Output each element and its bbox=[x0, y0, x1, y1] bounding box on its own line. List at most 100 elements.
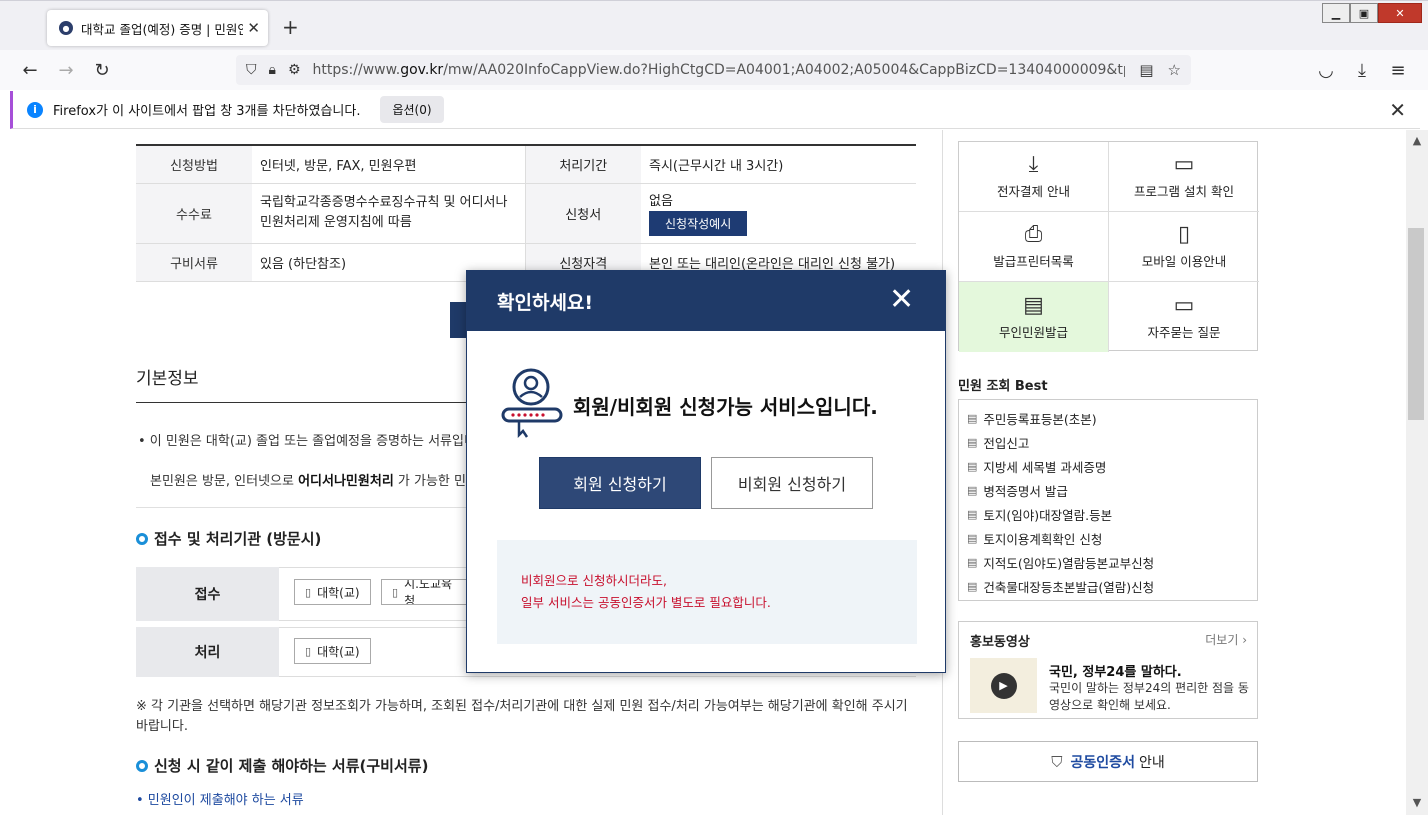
table-header: 구비서류 bbox=[136, 243, 252, 282]
dialog-close-icon[interactable]: ✕ bbox=[889, 285, 915, 315]
confirm-dialog: 확인하세요! ✕ 회원/비회원 신청가능 서비스입니다. 회원 신청하기 비회원… bbox=[466, 270, 946, 673]
org-button-university[interactable]: ▯ 대학(교) bbox=[294, 638, 371, 664]
promo-video-box: 홍보동영상 더보기 › ▶ 국민, 정부24를 말하다. 국민이 말하는 정부2… bbox=[958, 621, 1258, 719]
popup-options-button[interactable]: 옵션(0) bbox=[380, 96, 444, 123]
scroll-down-icon[interactable]: ▼ bbox=[1406, 796, 1428, 809]
table-header: 수수료 bbox=[136, 183, 252, 244]
quick-menu-faq[interactable]: ▭ 자주묻는 질문 bbox=[1109, 282, 1259, 352]
url-text[interactable]: https://www.gov.kr/mw/AA020InfoCappView.… bbox=[313, 62, 1126, 78]
list-item[interactable]: ▤ 지방세 세목별 과세증명 bbox=[967, 454, 1257, 478]
dialog-message: 회원/비회원 신청가능 서비스입니다. bbox=[573, 395, 878, 419]
quick-menu-mobile[interactable]: ▯ 모바일 이용안내 bbox=[1109, 212, 1259, 282]
table-row: 신청방법 인터넷, 방문, FAX, 민원우편 처리기간 즉시(근무시간 내 3… bbox=[136, 145, 916, 184]
kiosk-icon: ▤ bbox=[1023, 292, 1044, 318]
back-icon[interactable]: ← bbox=[18, 58, 42, 82]
lock-icon[interactable]: 🔒︎ bbox=[269, 62, 276, 78]
popup-blocked-message: Firefox가 이 사이트에서 팝업 창 3개를 차단하였습니다. bbox=[53, 104, 361, 119]
table-header: 신청방법 bbox=[136, 145, 252, 184]
menu-icon[interactable]: ≡ bbox=[1386, 58, 1410, 82]
documents-title: 신청 시 같이 제출 해야하는 서류(구비서류) bbox=[136, 755, 428, 776]
table-cell: 국립학교각종증명수수료징수규칙 및 어디서나 민원처리제 운영지침에 따름 bbox=[252, 183, 525, 244]
play-icon[interactable]: ▶ bbox=[990, 672, 1017, 699]
reload-icon[interactable]: ↻ bbox=[90, 58, 114, 82]
list-item[interactable]: ▤ 지적도(임야도)열람등본교부신청 bbox=[967, 550, 1257, 574]
quick-menu-payment[interactable]: ⤓ 전자결제 안내 bbox=[959, 142, 1109, 212]
list-item[interactable]: ▤ 토지(임야)대장열람.등본 bbox=[967, 502, 1257, 526]
process-label: 처리 bbox=[136, 627, 279, 677]
popup-blocked-bar: i Firefox가 이 사이트에서 팝업 창 3개를 차단하였습니다. 옵션(… bbox=[10, 91, 1420, 129]
promo-title: 홍보동영상 bbox=[970, 635, 1030, 650]
org-button-education-office[interactable]: ▯ 시.도교육청 bbox=[381, 579, 467, 605]
quick-menu-program[interactable]: ▭ 프로그램 설치 확인 bbox=[1109, 142, 1259, 212]
reception-note: ※ 각 기관을 선택하면 해당기관 정보조회가 가능하며, 조회된 접수/처리기… bbox=[136, 699, 908, 734]
scroll-up-icon[interactable]: ▲ bbox=[1406, 134, 1428, 147]
list-item[interactable]: ▤ 병적증명서 발급 bbox=[967, 478, 1257, 502]
site-favicon-icon: ● bbox=[59, 21, 73, 35]
list-item[interactable]: ▤ 주민등록표등본(초본) bbox=[967, 406, 1257, 430]
document-icon: ▤ bbox=[967, 483, 978, 497]
form-example-button[interactable]: 신청작성예시 bbox=[649, 211, 748, 236]
promo-description: 국민이 말하는 정부24의 편리한 점을 동영상으로 확인해 보세요. bbox=[1049, 681, 1249, 712]
building-icon: ▯ bbox=[305, 644, 312, 658]
table-row: 수수료 국립학교각종증명수수료징수규칙 및 어디서나 민원처리제 운영지침에 따… bbox=[136, 183, 916, 244]
minimize-icon[interactable]: ▁ bbox=[1322, 3, 1350, 23]
notification-close-icon[interactable]: ✕ bbox=[1389, 98, 1406, 122]
document-icon: ▤ bbox=[967, 579, 978, 593]
printer-icon: ⎙ bbox=[1024, 222, 1043, 247]
member-login-icon bbox=[501, 368, 563, 439]
window-close-icon[interactable]: ✕ bbox=[1378, 3, 1422, 23]
applicant-documents-link[interactable]: • 민원인이 제출해야 하는 서류 bbox=[136, 789, 304, 808]
basic-info-line2: 본민원은 방문, 인터넷으로 어디서나민원처리 가 가능한 민 bbox=[150, 474, 466, 489]
pocket-icon[interactable]: ◡ bbox=[1314, 58, 1338, 82]
member-apply-button[interactable]: 회원 신청하기 bbox=[539, 457, 701, 509]
list-item[interactable]: ▤ 건축물대장등초본발급(열람)신청 bbox=[967, 574, 1257, 598]
note-line: 일부 서비스는 공동인증서가 별도로 필요합니다. bbox=[521, 595, 771, 610]
best-title: 민원 조회 Best bbox=[958, 379, 1048, 394]
list-item[interactable]: ▤ 전입신고 bbox=[967, 430, 1257, 454]
list-item[interactable]: ▤ 토지이용계획확인 신청 bbox=[967, 526, 1257, 550]
bullet-circle-icon bbox=[136, 532, 148, 545]
document-icon: ▤ bbox=[967, 435, 978, 449]
table-cell: 없음 신청작성예시 bbox=[641, 183, 916, 244]
building-icon: ▯ bbox=[305, 585, 312, 599]
table-header: 처리기간 bbox=[524, 145, 641, 184]
browser-tab[interactable]: ● 대학교 졸업(예정) 증명 | 민원안 ✕ bbox=[47, 10, 268, 46]
new-tab-icon[interactable]: + bbox=[282, 15, 299, 39]
document-icon: ▤ bbox=[967, 555, 978, 569]
document-icon: ▤ bbox=[967, 411, 978, 425]
table-cell: 인터넷, 방문, FAX, 민원우편 bbox=[252, 145, 525, 184]
guest-apply-button[interactable]: 비회원 신청하기 bbox=[711, 457, 873, 509]
downloads-icon[interactable]: ⤓ bbox=[1350, 58, 1374, 82]
forward-icon[interactable]: → bbox=[54, 58, 78, 82]
bookmark-star-icon[interactable]: ☆ bbox=[1168, 61, 1181, 79]
chat-icon: ▭ bbox=[1173, 292, 1195, 318]
reader-view-icon[interactable]: ▤ bbox=[1139, 61, 1153, 79]
info-icon: i bbox=[27, 101, 43, 118]
url-bar[interactable]: ⛉ 🔒︎ ⚙ https://www.gov.kr/mw/AA020InfoCa… bbox=[236, 55, 1191, 85]
browser-tab-bar: ● 대학교 졸업(예정) 증명 | 민원안 ✕ + ▁ ▣ ✕ bbox=[0, 0, 1428, 50]
document-icon: ▤ bbox=[967, 507, 978, 521]
dialog-title: 확인하세요! bbox=[497, 291, 594, 314]
tab-close-icon[interactable]: ✕ bbox=[247, 19, 260, 37]
building-icon: ▯ bbox=[392, 585, 399, 599]
promo-name: 국민, 정부24를 말하다. bbox=[1049, 665, 1182, 680]
org-button-university[interactable]: ▯ 대학(교) bbox=[294, 579, 371, 605]
tab-title: 대학교 졸업(예정) 증명 | 민원안 bbox=[81, 21, 244, 37]
promo-thumbnail[interactable]: ▶ bbox=[970, 658, 1037, 713]
shield-icon[interactable]: ⛉ bbox=[246, 62, 257, 78]
quick-menu-printers[interactable]: ⎙ 발급프린터목록 bbox=[959, 212, 1109, 282]
document-icon: ▤ bbox=[967, 459, 978, 473]
quick-menu-kiosk[interactable]: ▤ 무인민원발급 bbox=[959, 282, 1109, 352]
promo-more-link[interactable]: 더보기 › bbox=[1205, 631, 1247, 648]
document-icon: ▤ bbox=[967, 531, 978, 545]
form-value: 없음 bbox=[649, 194, 673, 209]
browser-nav-bar: ← → ↻ ⛉ 🔒︎ ⚙ https://www.gov.kr/mw/AA020… bbox=[0, 50, 1428, 90]
maximize-icon[interactable]: ▣ bbox=[1350, 3, 1378, 23]
scrollbar-thumb[interactable] bbox=[1408, 228, 1424, 420]
best-list: ▤ 주민등록표등본(초본) ▤ 전입신고 ▤ 지방세 세목별 과세증명 ▤ 병적증명서 … bbox=[958, 399, 1258, 601]
cert-guide-button[interactable]: ⛉ 공동인증서 안내 bbox=[958, 741, 1258, 782]
table-header: 신청서 bbox=[524, 183, 641, 244]
permissions-icon[interactable]: ⚙ bbox=[288, 62, 301, 78]
download-icon: ⤓ bbox=[1028, 152, 1039, 177]
bullet-circle-icon bbox=[136, 759, 148, 772]
